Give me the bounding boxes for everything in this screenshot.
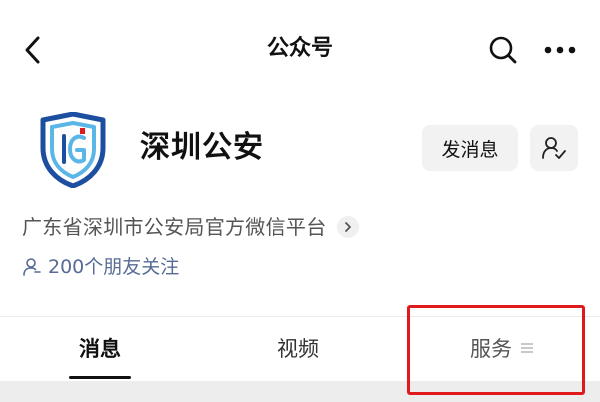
account-description: 广东省深圳市公安局官方微信平台 bbox=[22, 215, 327, 239]
more-options-button[interactable] bbox=[538, 30, 582, 70]
followers-row[interactable]: 200个朋友关注 bbox=[22, 250, 179, 284]
followers-count: 200个朋友关注 bbox=[48, 256, 180, 278]
back-button[interactable] bbox=[16, 32, 50, 68]
tab-label: 消息 bbox=[79, 337, 121, 361]
shield-logo-icon bbox=[40, 111, 106, 189]
menu-lines-icon bbox=[521, 343, 533, 353]
chevron-right-icon bbox=[336, 216, 359, 238]
tab-divider bbox=[0, 316, 600, 317]
chevron-left-icon bbox=[25, 36, 40, 64]
send-message-button[interactable]: 发消息 bbox=[422, 125, 518, 171]
active-tab-indicator bbox=[69, 376, 131, 379]
search-button[interactable] bbox=[484, 30, 522, 70]
account-name: 深圳公安 bbox=[140, 130, 264, 165]
search-icon bbox=[489, 36, 517, 64]
tab-services[interactable]: 服务 bbox=[452, 328, 552, 368]
account-description-row[interactable]: 广东省深圳市公安局官方微信平台 bbox=[22, 210, 359, 244]
tab-label: 视频 bbox=[277, 337, 319, 361]
content-area bbox=[0, 381, 600, 402]
more-dots-icon bbox=[544, 46, 576, 54]
user-check-icon bbox=[542, 137, 566, 159]
tab-videos[interactable]: 视频 bbox=[258, 328, 338, 368]
tab-messages[interactable]: 消息 bbox=[60, 328, 140, 368]
account-avatar[interactable] bbox=[40, 111, 106, 189]
follow-status-button[interactable] bbox=[530, 125, 578, 171]
header-bar: 公众号 bbox=[0, 0, 600, 100]
user-outline-icon bbox=[23, 258, 41, 276]
tab-label: 服务 bbox=[470, 337, 512, 361]
